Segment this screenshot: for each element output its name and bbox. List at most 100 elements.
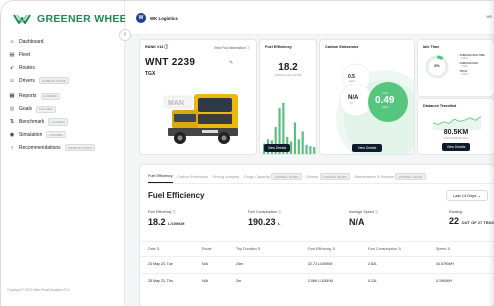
company-selector[interactable]: W WK Logistics	[136, 13, 178, 23]
svg-text:MAN: MAN	[168, 100, 184, 107]
table-row[interactable]: 23 May 23, Tue N/A 24m 22.72 L/100KM 2.62L 34…	[140, 256, 494, 271]
top-bar: W WK Logistics WR	[125, 1, 494, 35]
tabs-divider	[148, 182, 494, 184]
view-full-info-link[interactable]: View Full Information ⓘ	[214, 45, 250, 50]
sort-icon: ⇅	[446, 247, 451, 251]
fuel-bar	[301, 131, 304, 154]
column-header[interactable]: Date ⇅	[148, 247, 160, 251]
vehicle-model: TGX	[145, 71, 156, 77]
column-header[interactable]: Trip Duration ⇅	[236, 247, 261, 251]
tab-maintenance-repairs[interactable]: Maintenance & Repairs COMING SOON	[354, 173, 426, 183]
sidebar-item-label: Benchmark	[19, 119, 45, 126]
idle-time-center: 0%	[434, 64, 440, 68]
idle-legend-item: • AVERAGE IDLE TIME 0 MIN	[458, 54, 485, 60]
tab-fuel-efficiency[interactable]: Fuel Efficiency	[148, 173, 173, 183]
sidebar-item-routes[interactable]: ➹ Routes	[7, 63, 119, 74]
carbon-mid-value: N/A	[348, 95, 359, 101]
info-icon[interactable]: ⓘ	[164, 45, 168, 49]
tab-cargo-capacity[interactable]: Cargo Capacity COMING SOON	[244, 173, 302, 183]
distance-sparkline	[432, 116, 482, 130]
edit-icon[interactable]: ✎	[229, 60, 233, 66]
panel-title: Fuel Efficiency	[148, 191, 205, 200]
brand[interactable]: GREENER WHEELS	[13, 13, 141, 25]
sidebar-item-label: Reports	[19, 93, 37, 100]
rank-title: RANK #13 ⓘ	[145, 45, 169, 49]
device-edge	[488, 1, 494, 306]
company-logo-icon: W	[136, 13, 146, 23]
sidebar-item-label: Routes	[19, 64, 35, 71]
status-badge: COMING SOON	[64, 144, 95, 152]
column-header[interactable]: Fuel Efficiency ⇅	[308, 247, 335, 251]
fuel-view-details-button[interactable]: View Details	[264, 144, 290, 152]
info-icon: ⓘ	[277, 210, 282, 214]
sidebar-item-reports[interactable]: ▦ Reports LOCKED	[7, 91, 119, 102]
vehicle-plate: WNT 2239	[145, 57, 196, 68]
carbon-main-unit: kg/km	[382, 106, 389, 109]
idle-time-title: Idle Time	[423, 45, 440, 49]
goals-icon: ◎	[9, 106, 15, 113]
sidebar-item-simulation[interactable]: ◉ Simulation LOCKED	[7, 130, 119, 141]
table-cell: N/A	[202, 279, 208, 283]
status-badge: COMING SOON	[395, 173, 426, 181]
sidebar-item-drivers[interactable]: ☺ Drivers COMING SOON	[7, 75, 119, 86]
sidebar-item-label: Simulation	[19, 131, 43, 138]
tab-driving-analysis[interactable]: Driving Analysis	[212, 173, 239, 183]
sidebar-item-recommendations[interactable]: ♀ Recommendations COMING SOON	[7, 142, 119, 153]
table-cell: 2m	[236, 279, 241, 283]
fuel-bar	[293, 122, 297, 154]
fuel-bar	[297, 139, 300, 154]
distance-title: Distance Travelled	[423, 104, 457, 108]
status-badge: LOCKED	[48, 118, 68, 126]
sort-icon: ⇅	[397, 247, 402, 251]
table-cell: 25 May 23, Thu	[148, 279, 173, 283]
sidebar: GREENER WHEELS ⌂ Dashboard ▤ Fleet ➹ Routes ☺ D…	[1, 1, 141, 306]
collapse-sidebar-button[interactable]: ‹	[119, 29, 131, 41]
carbon-main-value: 0.49	[375, 95, 395, 106]
fuel-efficiency-value: 18.2	[278, 62, 298, 73]
table-cell: 0.13L	[368, 279, 377, 283]
grid-icon: ⌂	[10, 39, 14, 46]
column-header[interactable]: Route	[202, 247, 212, 251]
tab-drivers[interactable]: Drivers COMING SOON	[306, 173, 350, 183]
status-badge: COMING SOON	[319, 173, 350, 181]
sort-icon: ⇅	[331, 247, 336, 251]
tab-bar: Fuel Efficiency Carbon Emissions Driving A…	[148, 173, 426, 183]
chevron-down-icon: ⌄	[477, 193, 481, 198]
table-cell: 34.57KM/H	[436, 262, 454, 266]
carbon-emissions-title: Carbon Emissions	[325, 45, 359, 49]
fuel-bar	[309, 145, 312, 154]
sidebar-item-label: Goals	[19, 106, 33, 113]
table-cell: 23 May 23, Tue	[148, 262, 173, 266]
truck-image: MAN	[163, 94, 238, 144]
sidebar-item-dashboard[interactable]: ⌂ Dashboard	[7, 37, 119, 48]
fuel-efficiency-panel: Fuel Efficiency Carbon Emissions Driving A…	[139, 164, 494, 306]
sidebar-item-label: Dashboard	[19, 39, 44, 46]
fuel-efficiency-sub: L/100 km over 134 KM	[274, 74, 302, 77]
benchmark-icon: ⇅	[9, 119, 15, 126]
carbon-left-unit: kg/km	[349, 80, 356, 83]
distance-value: 80.5KM	[443, 129, 469, 136]
status-badge: COMING SOON	[38, 77, 70, 85]
status-badge: COMING SOON	[271, 173, 302, 181]
idle-time-card: Idle Time 0% • AVERAGE IDLE TIME 0 MIN • A…	[417, 39, 494, 97]
carbon-emissions-card: Carbon Emissions 0.5 kg/km N/A kg CO2 0.…	[319, 39, 415, 155]
column-header[interactable]: Fuel Consumption ⇅	[368, 247, 401, 251]
sidebar-item-benchmark[interactable]: ⇅ Benchmark LOCKED	[7, 117, 119, 128]
column-header[interactable]: Speed ⇅	[436, 247, 450, 251]
fuel-efficiency-title: Fuel Efficiency	[265, 45, 292, 49]
sidebar-nav: ⌂ Dashboard ▤ Fleet ➹ Routes ☺ Drivers COMING SO…	[7, 37, 119, 155]
fuel-bar	[290, 141, 293, 154]
company-name: WK Logistics	[150, 15, 178, 21]
tab-carbon-emissions[interactable]: Carbon Emissions	[177, 173, 208, 183]
table-cell: 0.19KM/H	[436, 279, 452, 283]
table-row[interactable]: 25 May 23, Thu N/A 2m 2.06K L/100KM 0.13L 0.1…	[140, 273, 494, 288]
info-icon: ⓘ	[171, 210, 176, 214]
period-dropdown[interactable]: Last 14 Days ⌄	[446, 190, 488, 201]
info-icon: ⓘ	[246, 46, 250, 50]
sidebar-item-fleet[interactable]: ▤ Fleet	[7, 50, 119, 61]
distance-sub: AVG DISTANCE / DAY	[443, 137, 469, 140]
distance-view-details-button[interactable]: View Details	[442, 143, 470, 151]
carbon-view-details-button[interactable]: View Details	[352, 144, 382, 152]
table-header: Date ⇅ Route Trip Duration ⇅ Fuel Efficienc…	[140, 241, 494, 256]
sidebar-item-goals[interactable]: ◎ Goals LOCKED	[7, 104, 119, 115]
